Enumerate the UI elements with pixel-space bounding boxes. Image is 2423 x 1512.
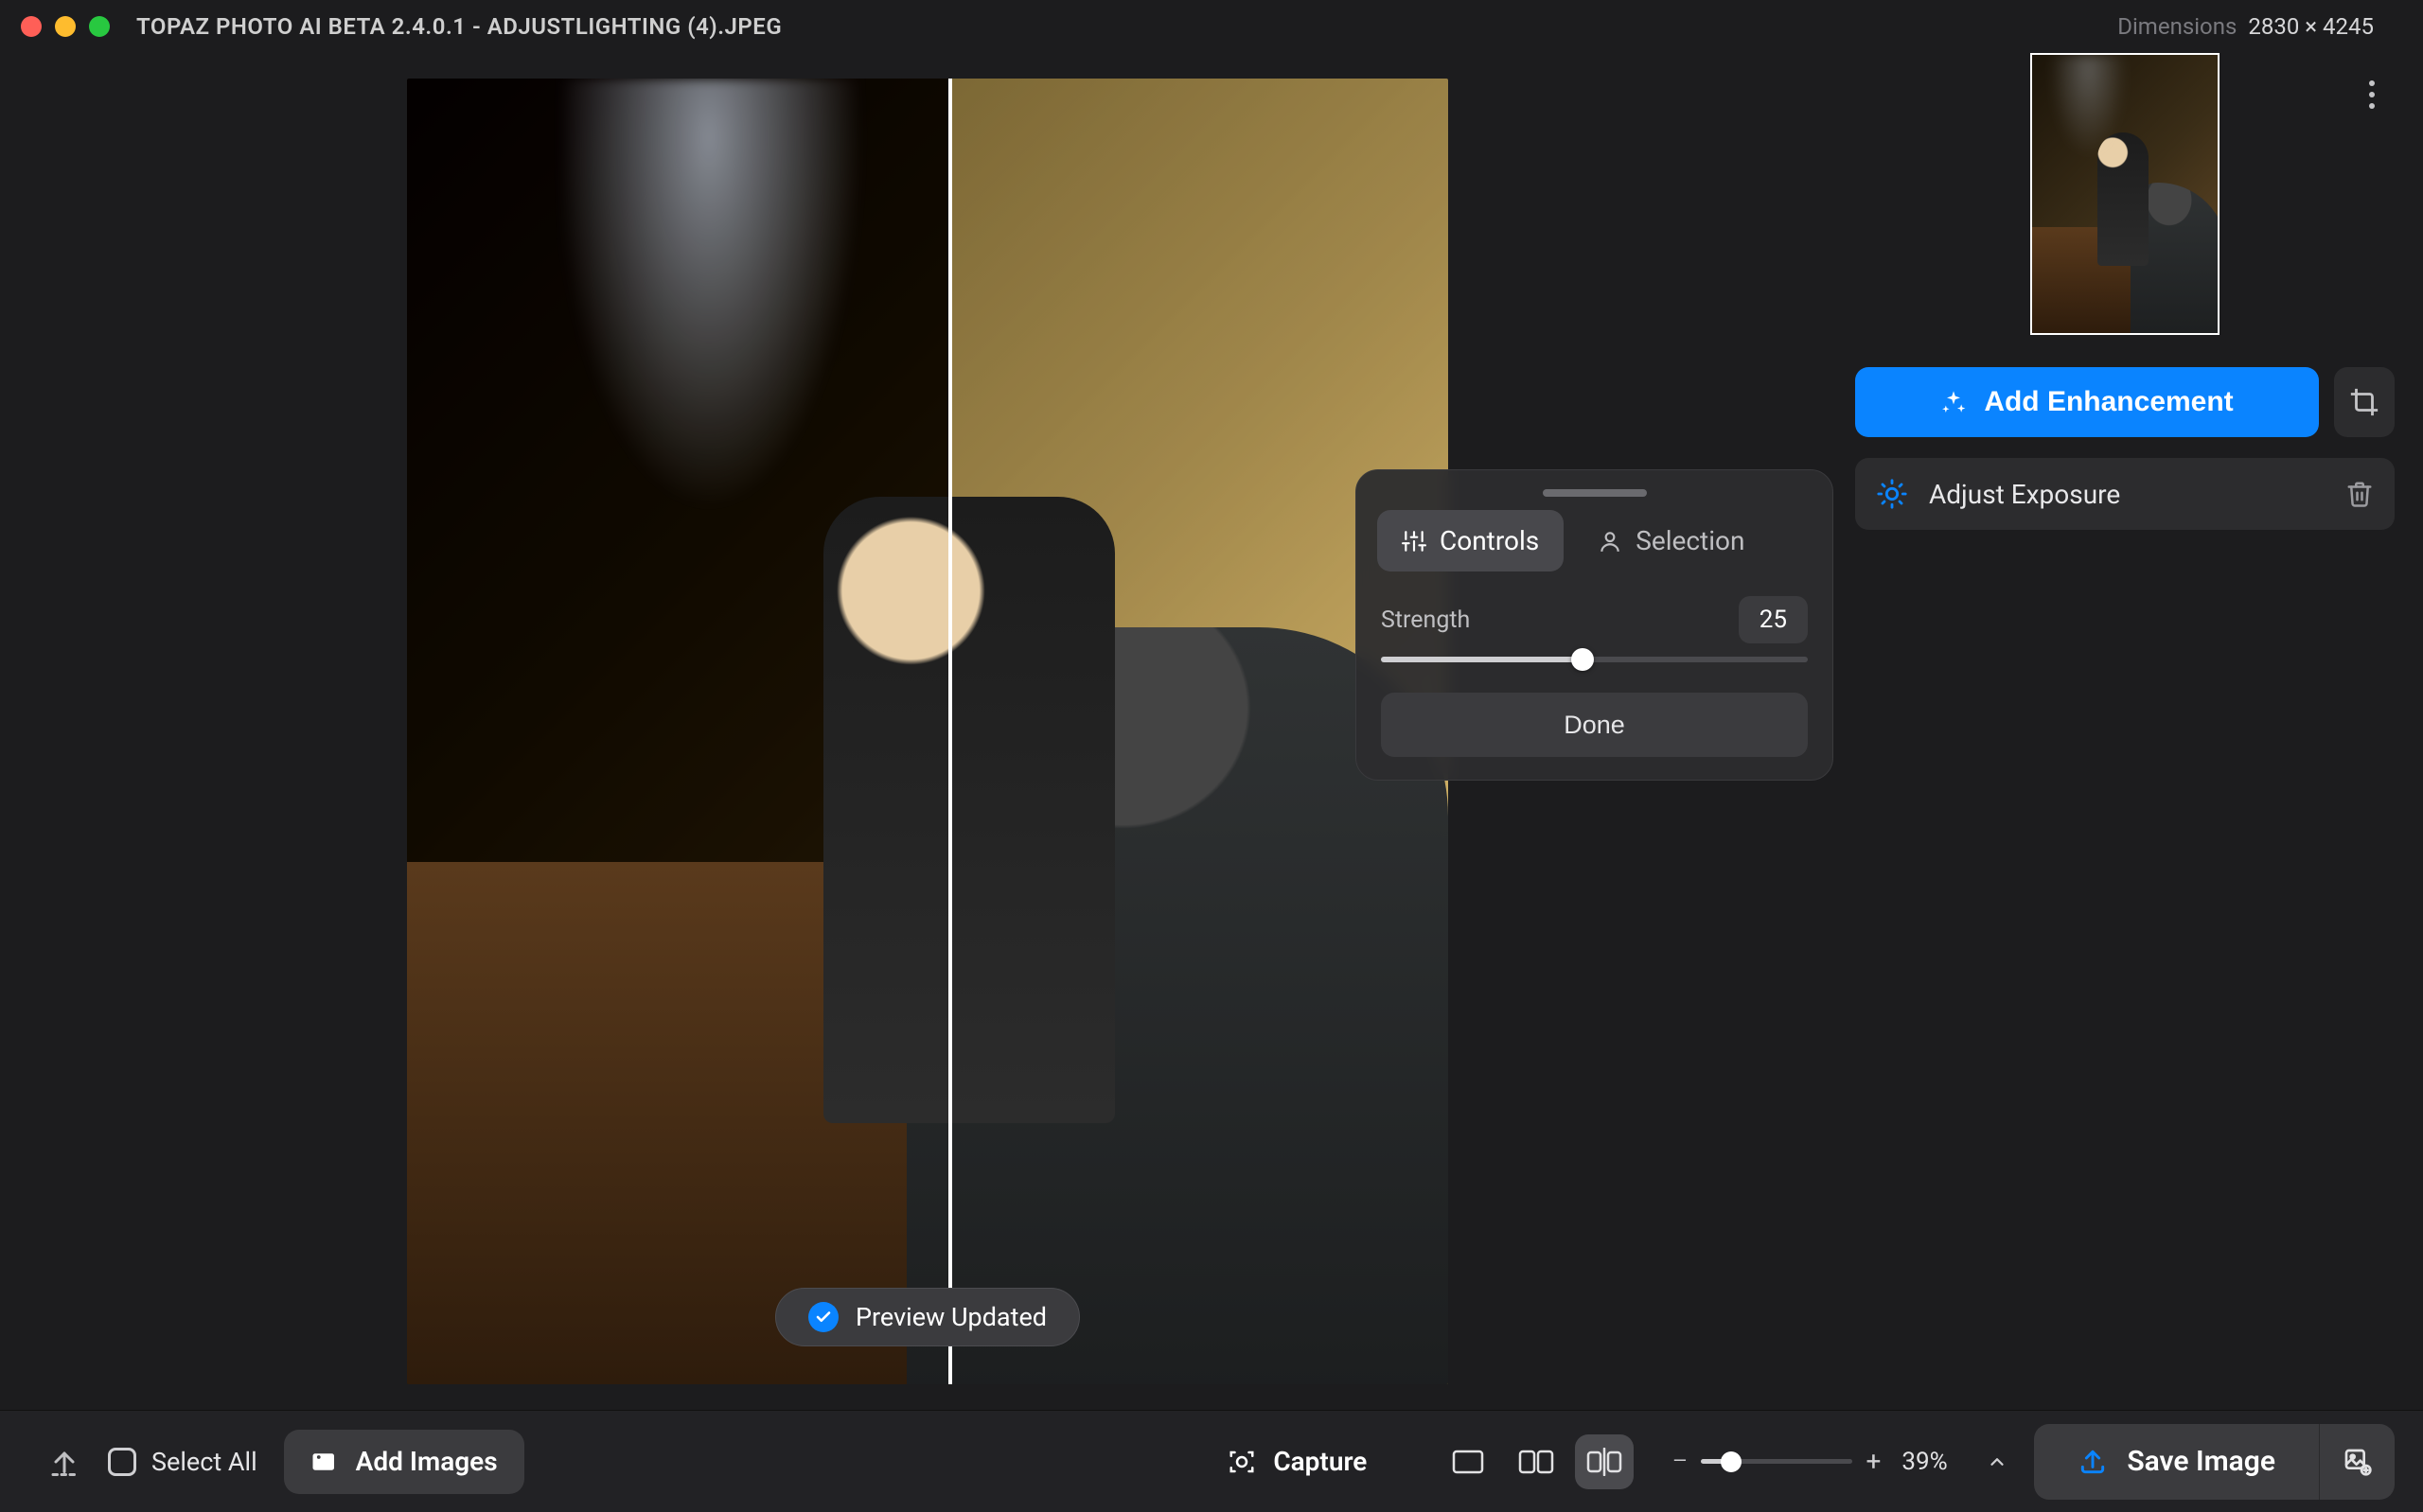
- minimize-icon[interactable]: [55, 16, 76, 37]
- crop-icon: [2348, 386, 2380, 418]
- person-icon: [1598, 529, 1622, 554]
- bottom-bar: Select All Add Images Capture: [0, 1410, 2423, 1512]
- add-enhancement-button[interactable]: Add Enhancement: [1855, 367, 2319, 437]
- preview-status-text: Preview Updated: [856, 1302, 1047, 1332]
- more-icon[interactable]: [2349, 72, 2395, 117]
- image-options-icon: [2343, 1447, 2373, 1477]
- capture-label: Capture: [1273, 1446, 1367, 1477]
- fullscreen-icon[interactable]: [89, 16, 110, 37]
- add-images-button[interactable]: Add Images: [284, 1430, 524, 1494]
- right-panel: Add Enhancement Adjust: [1855, 53, 2395, 1410]
- delete-enhancement-button[interactable]: [2345, 480, 2374, 508]
- view-split-button[interactable]: [1575, 1434, 1634, 1489]
- strength-slider[interactable]: [1381, 657, 1808, 662]
- checkbox-icon: [108, 1448, 136, 1476]
- zoom-out-button[interactable]: −: [1671, 1445, 1688, 1478]
- save-area: Save Image: [2034, 1424, 2395, 1500]
- crop-button[interactable]: [2334, 367, 2395, 437]
- save-image-label: Save Image: [2127, 1445, 2275, 1478]
- check-icon: [808, 1302, 839, 1332]
- view-sidebyside-button[interactable]: [1507, 1434, 1565, 1489]
- close-icon[interactable]: [21, 16, 42, 37]
- dimensions-value: 2830 × 4245: [2248, 13, 2374, 40]
- main-content: Preview Updated Add Enhancement: [0, 53, 2423, 1410]
- split-view-icon: [1586, 1448, 1622, 1476]
- brightness-icon: [1876, 478, 1908, 510]
- export-icon: [2078, 1447, 2108, 1477]
- upload-icon: [47, 1445, 81, 1479]
- side-by-side-icon: [1518, 1450, 1554, 1474]
- sliders-icon: [1402, 529, 1426, 554]
- select-all-label: Select All: [151, 1447, 257, 1477]
- view-single-button[interactable]: [1439, 1434, 1497, 1489]
- drag-handle[interactable]: [1543, 489, 1647, 497]
- window-controls: [21, 16, 110, 37]
- app-window: TOPAZ PHOTO AI BETA 2.4.0.1 - ADJUSTLIGH…: [0, 0, 2423, 1512]
- save-image-button[interactable]: Save Image: [2034, 1424, 2319, 1500]
- titlebar: TOPAZ PHOTO AI BETA 2.4.0.1 - ADJUSTLIGH…: [0, 0, 2423, 53]
- dimensions-label: Dimensions: [2117, 13, 2237, 40]
- zoom-menu-button[interactable]: [1987, 1451, 2007, 1472]
- single-view-icon: [1452, 1450, 1484, 1474]
- tab-selection-label: Selection: [1636, 525, 1744, 556]
- add-images-label: Add Images: [356, 1446, 498, 1477]
- tab-controls-label: Controls: [1440, 525, 1539, 556]
- image-thumbnail[interactable]: [2030, 53, 2220, 335]
- select-all-toggle[interactable]: Select All: [108, 1447, 257, 1477]
- window-title: TOPAZ PHOTO AI BETA 2.4.0.1 - ADJUSTLIGH…: [136, 13, 782, 40]
- capture-icon: [1228, 1448, 1256, 1476]
- capture-button[interactable]: Capture: [1201, 1430, 1393, 1494]
- image-preview[interactable]: Preview Updated: [407, 79, 1448, 1384]
- trash-icon: [2345, 480, 2374, 508]
- zoom-value: 39%: [1901, 1448, 1968, 1476]
- enhancement-label: Adjust Exposure: [1929, 479, 2120, 510]
- add-enhancement-label: Add Enhancement: [1984, 386, 2233, 418]
- enhancement-item-adjust-exposure[interactable]: Adjust Exposure: [1855, 458, 2395, 530]
- done-button[interactable]: Done: [1381, 693, 1808, 757]
- thumbnail-row: [1855, 53, 2395, 346]
- chevron-up-icon: [1987, 1451, 2007, 1472]
- zoom-controls: − + 39%: [1671, 1445, 2007, 1478]
- compare-divider[interactable]: [948, 79, 952, 1384]
- zoom-in-button[interactable]: +: [1866, 1446, 1881, 1477]
- strength-value[interactable]: 25: [1739, 596, 1808, 643]
- tab-selection[interactable]: Selection: [1573, 510, 1769, 571]
- tab-controls[interactable]: Controls: [1377, 510, 1564, 571]
- save-options-button[interactable]: [2319, 1424, 2395, 1500]
- preview-status-pill: Preview Updated: [775, 1288, 1080, 1346]
- strength-label: Strength: [1381, 607, 1470, 634]
- zoom-slider[interactable]: [1701, 1459, 1852, 1464]
- controls-panel[interactable]: Controls Selection Strength 25: [1355, 469, 1833, 781]
- upload-button[interactable]: [47, 1445, 81, 1479]
- images-icon: [310, 1448, 339, 1476]
- sparkles-icon: [1940, 389, 1967, 415]
